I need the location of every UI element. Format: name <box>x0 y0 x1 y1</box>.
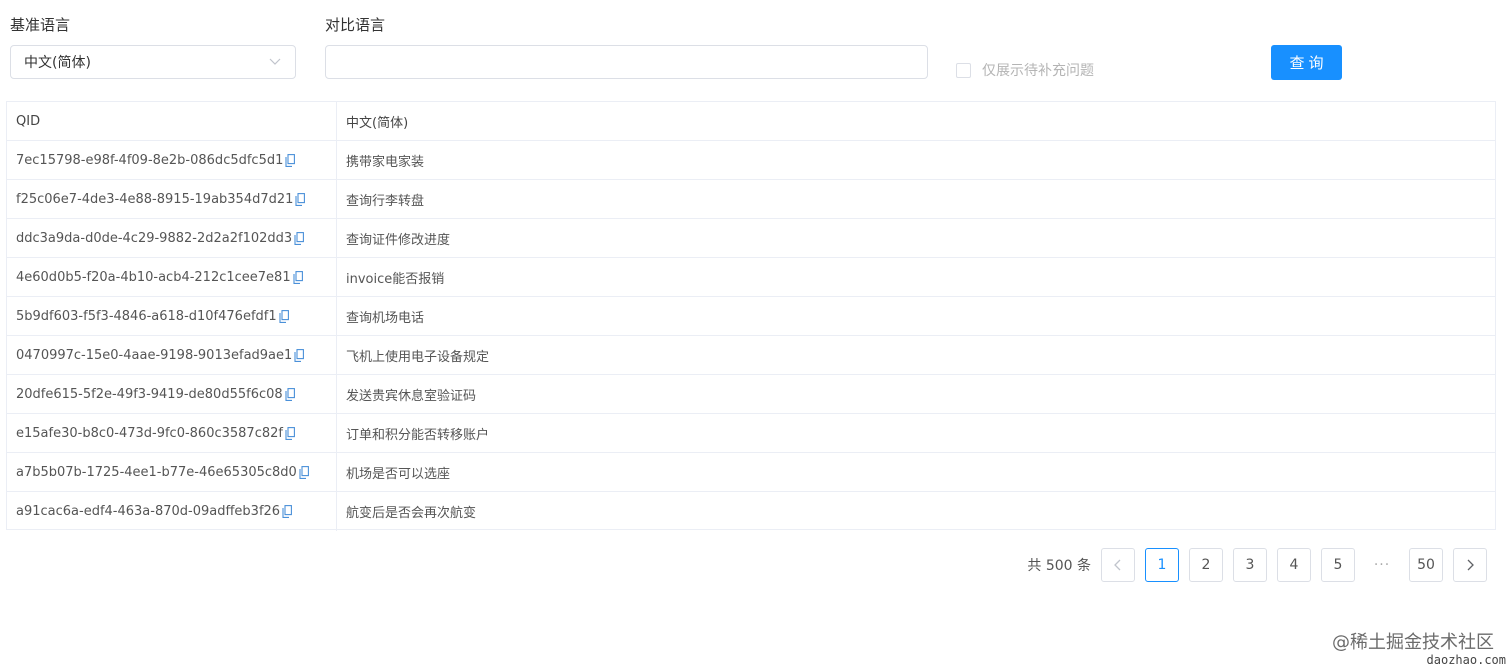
copy-icon[interactable] <box>285 387 295 401</box>
chinese-text-cell: 机场是否可以选座 <box>346 466 451 482</box>
qid-cell: 5b9df603-f5f3-4846-a618-d10f476efdf1 <box>7 297 337 335</box>
qid-text: f25c06e7-4de3-4e88-8915-19ab354d7d21 <box>16 191 294 207</box>
watermark-domain: daozhao.com <box>1426 653 1506 667</box>
qid-cell: 7ec15798-e98f-4f09-8e2b-086dc5dfc5d1 <box>7 141 337 179</box>
table-row: 4e60d0b5-f20a-4b10-acb4-212c1cee7e81 invo… <box>7 258 1495 297</box>
base-language-select[interactable]: 中文(简体) <box>10 45 296 79</box>
chevron-down-icon <box>269 58 281 65</box>
qid-cell: 0470997c-15e0-4aae-9198-9013efad9ae1 <box>7 336 337 374</box>
compare-language-input[interactable] <box>325 45 928 79</box>
page-1-button[interactable]: 1 <box>1145 548 1179 582</box>
pending-only-checkbox[interactable]: 仅展示待补充问题 <box>956 60 1094 80</box>
copy-icon[interactable] <box>285 426 295 440</box>
chevron-left-icon <box>1114 559 1121 571</box>
copy-icon[interactable] <box>279 309 289 323</box>
copy-icon[interactable] <box>295 192 306 206</box>
qid-cell: a91cac6a-edf4-463a-870d-09adffeb3f26 <box>7 492 337 531</box>
qid-text: a91cac6a-edf4-463a-870d-09adffeb3f26 <box>16 504 281 519</box>
copy-icon[interactable] <box>285 153 296 167</box>
qid-cell: ddc3a9da-d0de-4c29-9882-2d2a2f102dd3 <box>7 219 337 257</box>
qid-cell: e15afe30-b8c0-473d-9fc0-860c3587c82f <box>7 414 337 452</box>
chinese-text-cell: 发送贵宾休息室验证码 <box>346 388 477 404</box>
table-row: ddc3a9da-d0de-4c29-9882-2d2a2f102dd3 查询证件… <box>7 219 1495 258</box>
qid-cell: 20dfe615-5f2e-49f3-9419-de80d55f6c08 <box>7 375 337 413</box>
chevron-right-icon <box>1467 559 1474 571</box>
compare-language-label: 对比语言 <box>325 16 386 34</box>
chinese-text-cell: 查询机场电话 <box>346 310 425 326</box>
results-table: QID 中文(简体) 7ec15798-e98f-4f09-8e2b-086dc… <box>6 101 1496 531</box>
table-row: e15afe30-b8c0-473d-9fc0-860c3587c82f 订单和积… <box>7 414 1495 453</box>
pagination: 共 500 条 1 2 3 4 5 ··· 50 <box>1027 548 1487 582</box>
qid-text: 20dfe615-5f2e-49f3-9419-de80d55f6c08 <box>16 386 283 402</box>
watermark-text: @稀土掘金技术社区 <box>1332 632 1494 653</box>
qid-text: e15afe30-b8c0-473d-9fc0-860c3587c82f <box>16 425 283 441</box>
table-row: f25c06e7-4de3-4e88-8915-19ab354d7d21 查询行李… <box>7 180 1495 219</box>
copy-icon[interactable] <box>294 348 305 362</box>
base-language-value: 中文(简体) <box>24 55 91 71</box>
chinese-text-cell: invoice能否报销 <box>346 271 445 287</box>
checkbox-box[interactable] <box>956 62 971 78</box>
chinese-text-cell: 航变后是否会再次航变 <box>346 506 477 521</box>
copy-icon[interactable] <box>294 231 305 245</box>
page-2-button[interactable]: 2 <box>1189 548 1223 582</box>
page-3-button[interactable]: 3 <box>1233 548 1267 582</box>
page-4-button[interactable]: 4 <box>1277 548 1311 582</box>
table-row: a91cac6a-edf4-463a-870d-09adffeb3f26 航变后是… <box>7 492 1495 531</box>
table-row: 0470997c-15e0-4aae-9198-9013efad9ae1 飞机上使… <box>7 336 1495 375</box>
table-row: a7b5b07b-1725-4ee1-b77e-46e65305c8d0 机场是否… <box>7 453 1495 492</box>
header-chinese: 中文(简体) <box>346 115 409 131</box>
pagination-total: 共 500 条 <box>1027 558 1091 574</box>
chinese-text-cell: 订单和积分能否转移账户 <box>346 427 490 443</box>
header-qid: QID <box>7 102 337 140</box>
qid-cell: a7b5b07b-1725-4ee1-b77e-46e65305c8d0 <box>7 453 337 491</box>
chinese-text-cell: 飞机上使用电子设备规定 <box>346 349 490 365</box>
copy-icon[interactable] <box>293 270 303 284</box>
query-button[interactable]: 查询 <box>1271 45 1342 80</box>
qid-text: ddc3a9da-d0de-4c29-9882-2d2a2f102dd3 <box>16 230 293 246</box>
qid-text: 0470997c-15e0-4aae-9198-9013efad9ae1 <box>16 347 293 363</box>
copy-icon[interactable] <box>282 505 293 518</box>
qid-text: 7ec15798-e98f-4f09-8e2b-086dc5dfc5d1 <box>16 152 284 168</box>
table-row: 5b9df603-f5f3-4846-a618-d10f476efdf1 查询机场… <box>7 297 1495 336</box>
table-row: 7ec15798-e98f-4f09-8e2b-086dc5dfc5d1 携带家电… <box>7 141 1495 180</box>
qid-text: 4e60d0b5-f20a-4b10-acb4-212c1cee7e81 <box>16 269 291 285</box>
copy-icon[interactable] <box>299 465 309 479</box>
pagination-ellipsis[interactable]: ··· <box>1365 557 1399 573</box>
qid-text: 5b9df603-f5f3-4846-a618-d10f476efdf1 <box>16 308 277 324</box>
page-50-button[interactable]: 50 <box>1409 548 1443 582</box>
chinese-text-cell: 查询证件修改进度 <box>346 232 451 248</box>
qid-cell: 4e60d0b5-f20a-4b10-acb4-212c1cee7e81 <box>7 258 337 296</box>
qid-cell: f25c06e7-4de3-4e88-8915-19ab354d7d21 <box>7 180 337 218</box>
page-5-button[interactable]: 5 <box>1321 548 1355 582</box>
chinese-text-cell: 携带家电家装 <box>346 154 425 170</box>
next-page-button[interactable] <box>1453 548 1487 582</box>
table-row: 20dfe615-5f2e-49f3-9419-de80d55f6c08 发送贵宾… <box>7 375 1495 414</box>
qid-text: a7b5b07b-1725-4ee1-b77e-46e65305c8d0 <box>16 464 297 480</box>
prev-page-button[interactable] <box>1101 548 1135 582</box>
table-header-row: QID 中文(简体) <box>7 102 1495 141</box>
chinese-text-cell: 查询行李转盘 <box>346 193 425 209</box>
base-language-label: 基准语言 <box>10 16 71 34</box>
pending-only-label: 仅展示待补充问题 <box>982 63 1094 79</box>
